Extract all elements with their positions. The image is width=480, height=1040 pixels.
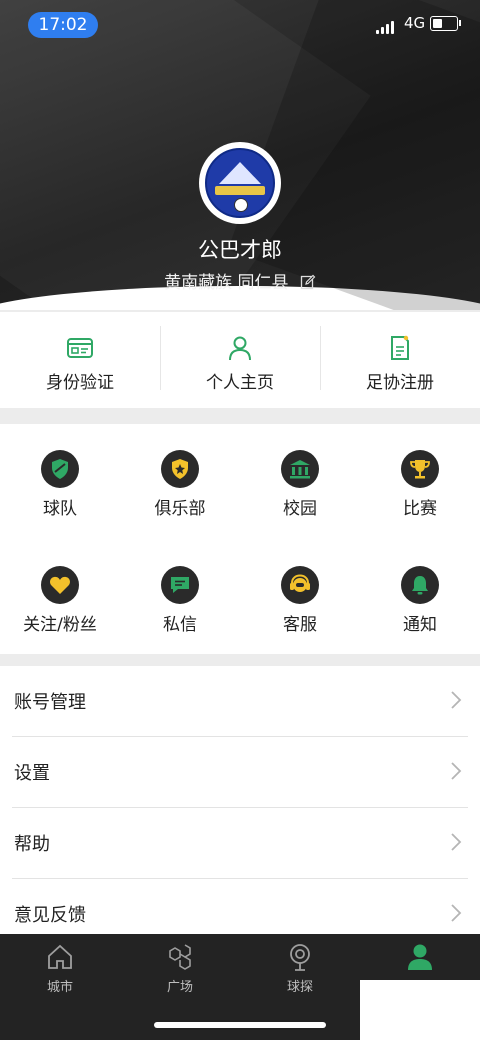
chevron-right-icon (451, 691, 462, 709)
grid-label: 客服 (283, 615, 317, 635)
headset-icon (281, 566, 319, 604)
tab-scout[interactable]: 球探 (240, 942, 360, 995)
person-icon (229, 336, 251, 361)
shield-icon (41, 450, 79, 488)
location-text: 黄南藏族 同仁县 (164, 273, 289, 293)
home-icon (48, 944, 72, 969)
tab-label: 广场 (166, 980, 193, 995)
settings-menu: 账号管理 设置 帮助 意见反馈 (0, 666, 480, 934)
grid-label: 球队 (43, 499, 77, 519)
chevron-right-icon (451, 833, 462, 851)
team-logo-icon (205, 148, 275, 218)
grid-item-message[interactable]: 私信 (120, 566, 240, 635)
status-time: 17:02 (28, 12, 98, 38)
quick-id-verify[interactable]: 身份验证 (0, 312, 160, 408)
edit-icon[interactable] (300, 274, 316, 290)
avatar[interactable] (199, 142, 281, 224)
grid-label: 俱乐部 (154, 499, 206, 519)
menu-label: 账号管理 (14, 692, 86, 713)
grid-item-club[interactable]: 俱乐部 (120, 450, 240, 519)
quick-actions: 身份验证 个人主页 足协注册 (0, 312, 480, 408)
grid-label: 关注/粉丝 (23, 615, 97, 635)
network-label: 4G (404, 14, 426, 32)
corner-overlay (360, 980, 480, 1040)
grid-label: 通知 (403, 615, 437, 635)
grid-item-campus[interactable]: 校园 (240, 450, 360, 519)
menu-item-help[interactable]: 帮助 (12, 808, 468, 879)
status-bar: 17:02 4G (0, 10, 480, 40)
tab-me[interactable] (360, 942, 480, 976)
grid-item-match[interactable]: 比赛 (360, 450, 480, 519)
message-icon (161, 566, 199, 604)
grid-item-notice[interactable]: 通知 (360, 566, 480, 635)
chevron-right-icon (451, 762, 462, 780)
profile-location[interactable]: 黄南藏族 同仁县 (0, 268, 480, 293)
id-card-icon (67, 338, 93, 358)
menu-label: 设置 (14, 763, 50, 784)
menu-label: 意见反馈 (14, 905, 86, 926)
tab-city[interactable]: 城市 (0, 942, 120, 995)
club-badge-icon (161, 450, 199, 488)
location-target-icon (290, 944, 310, 971)
quick-label: 足协注册 (366, 373, 434, 393)
grid-label: 私信 (163, 615, 197, 635)
grid-item-follow[interactable]: 关注/粉丝 (0, 566, 120, 635)
home-indicator (154, 1022, 326, 1028)
quick-label: 个人主页 (206, 373, 274, 393)
heart-icon (41, 566, 79, 604)
feature-grid: 球队 俱乐部 校园 比赛 关注/粉丝 私信 客服 通知 (0, 424, 480, 654)
bell-icon (401, 566, 439, 604)
tab-label: 球探 (286, 980, 313, 995)
hexagon-icon (169, 944, 191, 970)
tab-label: 城市 (46, 980, 73, 995)
register-doc-icon (391, 335, 409, 360)
quick-label: 身份验证 (46, 373, 114, 393)
menu-item-account[interactable]: 账号管理 (12, 666, 468, 737)
school-icon (281, 450, 319, 488)
menu-label: 帮助 (14, 834, 50, 855)
menu-item-settings[interactable]: 设置 (12, 737, 468, 808)
tab-square[interactable]: 广场 (120, 942, 240, 995)
grid-item-team[interactable]: 球队 (0, 450, 120, 519)
trophy-icon (401, 450, 439, 488)
battery-icon (430, 16, 461, 31)
quick-homepage[interactable]: 个人主页 (160, 312, 320, 408)
grid-label: 校园 (283, 499, 317, 519)
chevron-right-icon (451, 904, 462, 922)
grid-item-service[interactable]: 客服 (240, 566, 360, 635)
grid-label: 比赛 (403, 499, 437, 519)
profile-name: 公巴才郎 (198, 238, 282, 262)
quick-fa-register[interactable]: 足协注册 (320, 312, 480, 408)
user-icon (408, 944, 432, 970)
